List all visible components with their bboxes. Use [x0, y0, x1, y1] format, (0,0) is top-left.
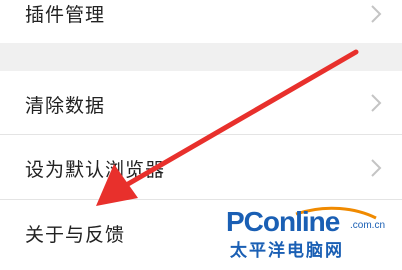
arrow-head — [96, 164, 138, 206]
arrow-shaft — [125, 49, 359, 187]
watermark-name: 太平洋电脑网 — [230, 241, 344, 261]
watermark-logo: PConline — [226, 206, 340, 237]
watermark-domain: .com.cn — [350, 220, 386, 231]
watermark: PConline .com.cn 太平洋电脑网 — [226, 206, 396, 266]
